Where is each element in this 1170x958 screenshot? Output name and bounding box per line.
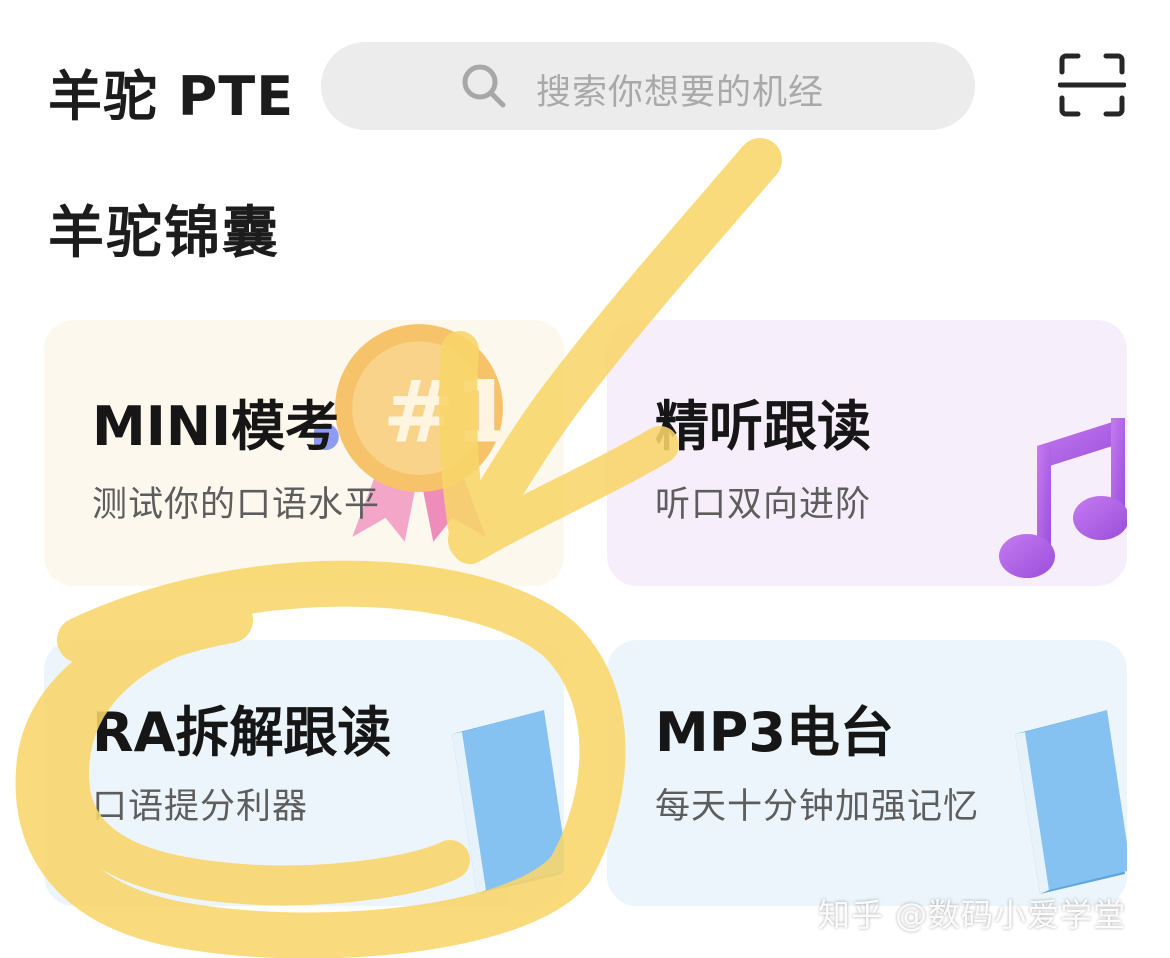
card-subtitle: 测试你的口语水平	[92, 485, 381, 525]
app-title: 羊驼 PTE	[48, 65, 295, 128]
book-icon	[452, 710, 564, 894]
watermark: 知乎 @数码小爱学堂	[818, 896, 1127, 934]
card-subtitle: 每天十分钟加强记忆	[655, 787, 980, 827]
card-subtitle: 口语提分利器	[92, 787, 309, 827]
card-title: MINI模考	[92, 395, 340, 458]
card-title: RA拆解跟读	[92, 701, 392, 764]
book-icon	[1015, 710, 1127, 894]
section-title: 羊驼锦囊	[48, 201, 280, 266]
card-intensive-listening[interactable]: 精听跟读 听口双向进阶	[607, 320, 1127, 586]
music-note-icon	[999, 418, 1127, 578]
card-mp3-radio[interactable]: MP3电台 每天十分钟加强记忆	[607, 640, 1127, 906]
card-title: MP3电台	[655, 701, 894, 764]
card-title: 精听跟读	[655, 395, 871, 458]
svg-text:#1: #1	[383, 363, 515, 463]
card-mini-mock-exam[interactable]: ​ #1 MINI模考 测试你的口语水平	[44, 320, 564, 586]
card-ra-breakdown[interactable]: RA拆解跟读 口语提分利器	[44, 640, 564, 906]
screen: 羊驼 PTE 搜索你想要的机经 羊驼锦囊 ​ #1 MINI模考 测试你的口语水…	[0, 0, 1170, 958]
search-icon	[462, 64, 506, 108]
scan-icon[interactable]	[1058, 52, 1126, 118]
card-subtitle: 听口双向进阶	[655, 485, 872, 525]
search-bar[interactable]: 搜索你想要的机经	[321, 42, 975, 130]
search-placeholder: 搜索你想要的机经	[536, 73, 825, 113]
